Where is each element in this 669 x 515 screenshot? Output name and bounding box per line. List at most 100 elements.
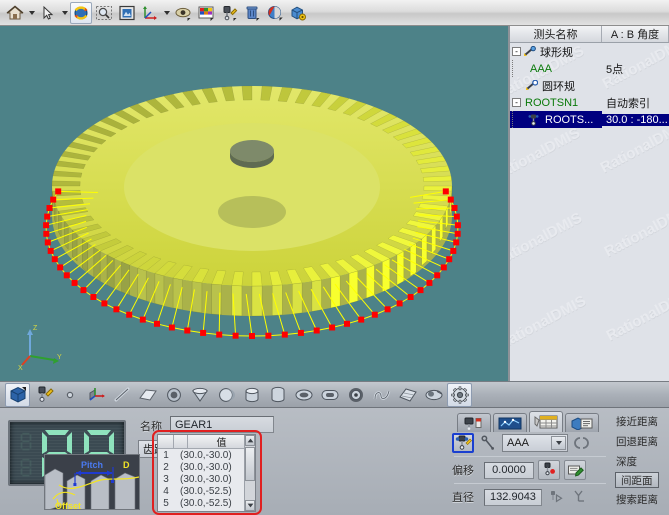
list-scrollbar[interactable] [244, 435, 255, 511]
probe-sphere-icon [523, 46, 536, 58]
home-dropdown-arrow[interactable] [27, 2, 36, 24]
rotate-view-icon[interactable] [70, 2, 92, 24]
list-item[interactable]: 3(30.0,-30.0) [158, 473, 255, 485]
gear-feature-icon[interactable] [447, 383, 472, 407]
tree-row[interactable]: - 球形规 [510, 43, 669, 60]
svg-text:Y: Y [57, 354, 62, 361]
list-item[interactable]: 5(30.0,-52.5) [158, 497, 255, 509]
list-item-value: (30.0,-30.0) [174, 474, 255, 485]
point-feature-icon[interactable] [57, 383, 82, 407]
tree-column-ab-angle[interactable]: A : B 角度 [602, 26, 669, 42]
tree-row[interactable]: AAA5点 [510, 60, 669, 77]
probe-link-icon[interactable] [572, 433, 592, 453]
pitch-values-list[interactable]: 值 1(30.0,-30.0)2(30.0,-30.0)3(30.0,-30.0… [157, 434, 256, 512]
side-setting-active[interactable]: 间距面 [615, 472, 659, 488]
select-dropdown-arrow[interactable] [60, 2, 69, 24]
freeform-curve-icon[interactable] [369, 383, 394, 407]
zoom-window-icon[interactable] [93, 2, 115, 24]
tree-expander-icon[interactable]: - [512, 47, 521, 56]
list-col-index [158, 435, 174, 448]
offset-input[interactable]: 0.0000 [484, 462, 534, 479]
probe-path-icon[interactable] [31, 383, 56, 407]
tree-row[interactable]: ROOTS...30.0 : -180... [510, 111, 669, 128]
surface-feature-icon[interactable] [395, 383, 420, 407]
probe-chevron-down-icon[interactable] [551, 436, 566, 450]
diameter-probe-icon-1[interactable] [546, 487, 566, 507]
fit-view-icon[interactable] [116, 2, 138, 24]
tree-row-name: 圆环规 [510, 78, 602, 94]
tree-row-label: ROOTSN1 [525, 97, 578, 109]
tree-row[interactable]: 圆环规 [510, 77, 669, 94]
select-cursor-icon[interactable] [37, 2, 59, 24]
tab-table[interactable] [529, 411, 563, 432]
probe-combo-value: AAA [507, 437, 529, 449]
side-setting-item[interactable]: 回退距离 [612, 432, 658, 450]
view-eye-icon[interactable] [172, 2, 194, 24]
slot-feature-icon[interactable] [317, 383, 342, 407]
curve-feature-icon[interactable] [265, 383, 290, 407]
probe-wrench-icon[interactable] [478, 433, 498, 453]
svg-text:D: D [123, 460, 130, 470]
axis-triad: Z Y X [18, 325, 62, 372]
tree-row-angle: 5点 [602, 61, 669, 77]
top-toolbar [0, 0, 669, 26]
list-item[interactable]: 1(30.0,-30.0) [158, 449, 255, 461]
probe-tree-panel[interactable]: RationalDMIS RationalDMIS RationalDMIS R… [508, 26, 669, 381]
offset-edit-button[interactable] [564, 460, 586, 480]
tree-row-label: 球形规 [540, 44, 573, 60]
torus-feature-icon[interactable] [343, 383, 368, 407]
cad-settings-icon[interactable] [287, 2, 309, 24]
feature-toolbar [0, 381, 669, 408]
cone-section-icon[interactable] [421, 383, 446, 407]
diameter-probe-icon-2[interactable] [570, 487, 590, 507]
lcd-small-digit-top [20, 432, 32, 452]
probe-combo[interactable]: AAA [502, 434, 568, 452]
side-setting-item[interactable]: 深度 [612, 452, 637, 470]
side-setting-item[interactable]: 搜索距离 [612, 490, 658, 508]
plane-feature-icon[interactable] [135, 383, 160, 407]
diameter-input[interactable]: 132.9043 [484, 489, 542, 506]
tree-row-label: ROOTS... [545, 114, 593, 126]
list-item[interactable]: 4(30.0,-52.5) [158, 485, 255, 497]
tree-header: 测头名称 A : B 角度 [510, 26, 669, 43]
list-item[interactable]: 2(30.0,-30.0) [158, 461, 255, 473]
cone-feature-icon[interactable] [187, 383, 212, 407]
circle-feature-icon[interactable] [161, 383, 186, 407]
axis-system-icon[interactable] [83, 383, 108, 407]
cad-model-icon[interactable] [5, 383, 30, 407]
tree-row[interactable]: -ROOTSN1自动索引 [510, 94, 669, 111]
tree-row-name: -ROOTSN1 [510, 97, 602, 109]
home-icon[interactable] [4, 2, 26, 24]
color-palette-icon[interactable] [195, 2, 217, 24]
scrollbar-thumb[interactable] [245, 447, 255, 481]
side-setting-item[interactable]: 接近距离 [612, 412, 658, 430]
list-item-value: (30.0,-30.0) [174, 462, 255, 473]
3d-gear-viewport[interactable]: Z Y X [0, 26, 508, 381]
cylinder-feature-icon[interactable] [239, 383, 264, 407]
tree-body: - 球形规AAA5点圆环规-ROOTSN1自动索引ROOTS...30.0 : -… [510, 43, 669, 128]
scroll-up-button[interactable] [245, 435, 255, 446]
svg-text:Z: Z [33, 325, 38, 332]
list-item-value: (30.0,-52.5) [174, 486, 255, 497]
axis-dropdown-arrow[interactable] [162, 2, 171, 24]
sphere-feature-icon[interactable] [213, 383, 238, 407]
scroll-down-button[interactable] [245, 500, 255, 511]
ellipse-feature-icon[interactable] [291, 383, 316, 407]
offset-label: 偏移 [452, 462, 480, 478]
delete-trash-icon[interactable] [241, 2, 263, 24]
render-shade-icon[interactable] [264, 2, 286, 24]
pitch-diagram-thumbnail: Pitch D Offset [44, 454, 140, 510]
probe-tool-icon[interactable] [218, 2, 240, 24]
tree-column-probe-name[interactable]: 测头名称 [510, 26, 602, 42]
diameter-row: 直径 132.9043 [452, 484, 608, 510]
probe-select-button[interactable] [452, 433, 474, 453]
distance-settings-group: 接近距离回退距离深度间距面搜索距离 [612, 408, 669, 515]
line-feature-icon[interactable] [109, 383, 134, 407]
tree-row-label: 圆环规 [542, 78, 575, 94]
offset-pick-button[interactable] [538, 460, 560, 480]
tree-row-name: ROOTS... [510, 111, 602, 128]
coordinate-axis-icon[interactable] [139, 2, 161, 24]
tree-expander-icon[interactable]: - [512, 98, 521, 107]
parameter-tabs [457, 410, 601, 432]
list-item-index: 1 [158, 450, 174, 461]
